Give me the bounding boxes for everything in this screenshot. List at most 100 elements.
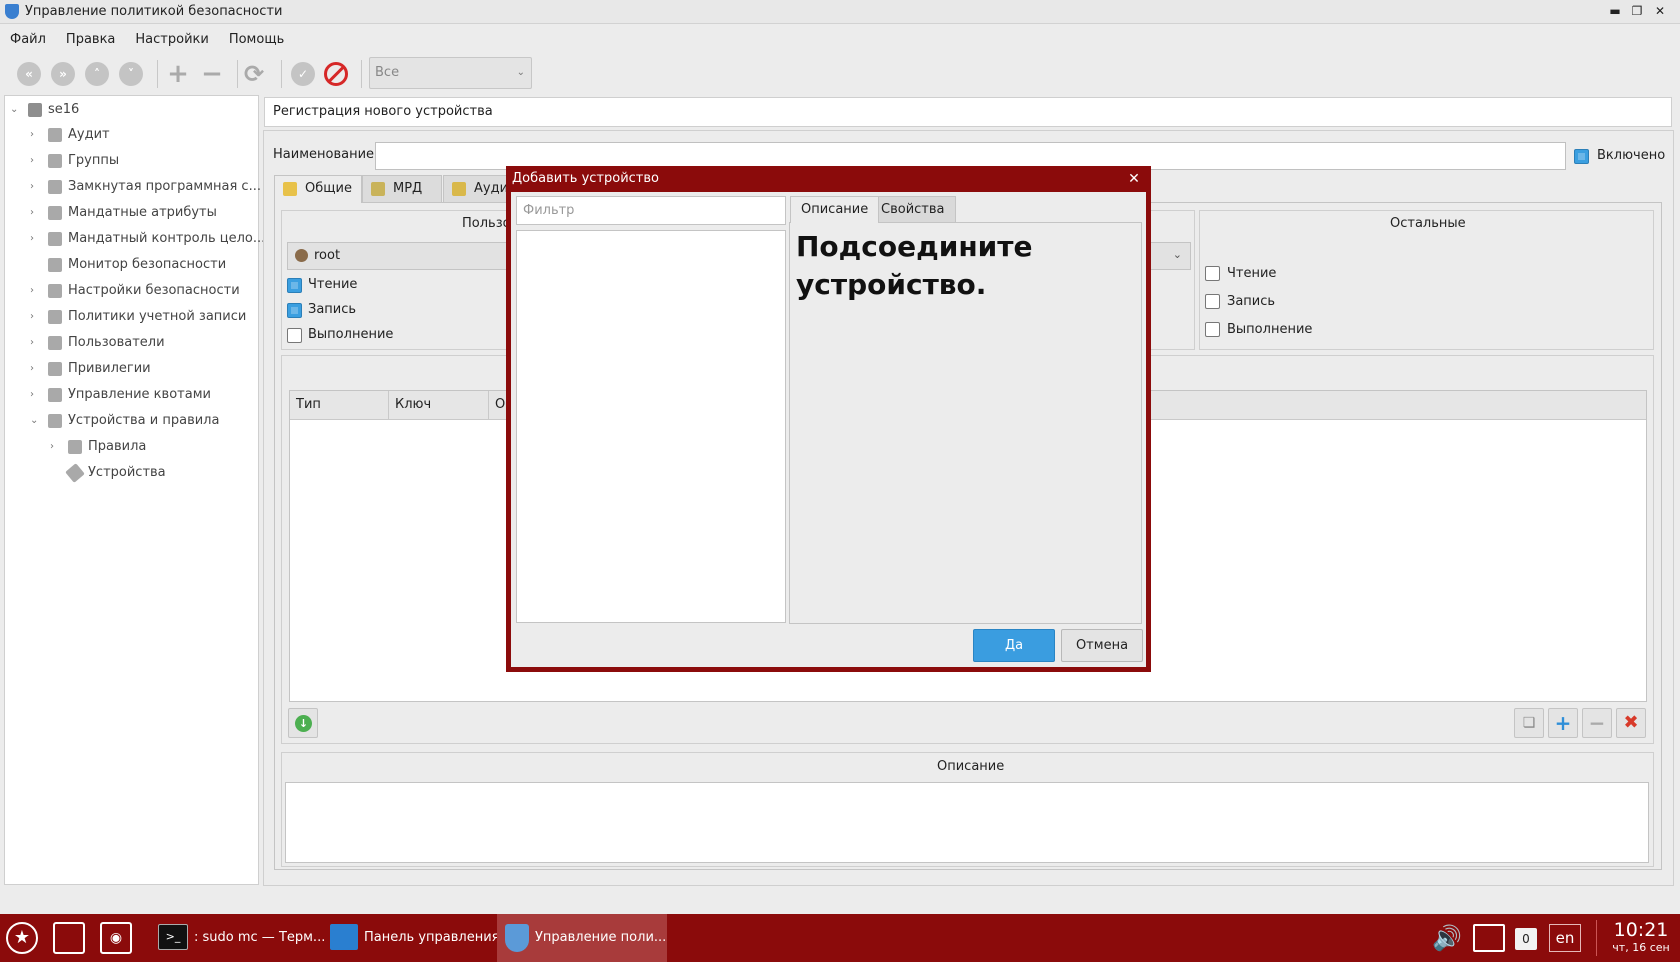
back-button[interactable]: « <box>17 62 41 86</box>
close-window-button[interactable]: ✕ <box>1650 2 1670 20</box>
description-field[interactable] <box>285 782 1649 863</box>
tree-item-label: Группы <box>68 153 120 168</box>
network-icon[interactable] <box>1473 924 1505 952</box>
tree-item-security-monitor[interactable]: Монитор безопасности <box>30 253 250 277</box>
minimize-button[interactable]: ▬ <box>1605 2 1625 20</box>
dialog-filter-input[interactable]: Фильтр <box>516 196 786 225</box>
apply-check-icon[interactable]: ✓ <box>291 62 315 86</box>
groups-icon <box>48 154 62 168</box>
refresh-icon[interactable]: ⟳ <box>241 60 267 88</box>
filter-select[interactable]: Все ⌄ <box>369 57 532 89</box>
connect-device-message: Подсоедините устройство. <box>796 230 1033 301</box>
start-menu-star-icon[interactable]: ★ <box>6 922 38 954</box>
task-control-panel[interactable]: Панель управления <box>326 914 500 962</box>
tree-item-quotas[interactable]: › Управление квотами <box>30 383 250 407</box>
tree-item-mandatory-attributes[interactable]: › Мандатные атрибуты <box>30 201 250 225</box>
chevron-right-icon: › <box>30 207 34 218</box>
window-title: Управление политикой безопасности <box>25 4 283 19</box>
tab-audit[interactable]: Аудит <box>443 175 509 203</box>
tree-item-closed-software[interactable]: › Замкнутая программная с... <box>30 175 261 199</box>
chevron-down-icon: ⌄ <box>30 415 39 426</box>
user-read-checkbox[interactable] <box>287 278 302 293</box>
toolbar-separator <box>237 60 238 88</box>
chevron-right-icon: › <box>30 311 34 322</box>
user-write-label: Запись <box>308 302 357 317</box>
delete-row-button[interactable]: ✖ <box>1616 708 1646 738</box>
security-shield-icon <box>505 924 529 952</box>
ok-button[interactable]: Да <box>973 629 1055 662</box>
user-group-title: Пользо <box>462 216 511 231</box>
tree-item-integrity-control[interactable]: › Мандатный контроль цело... <box>30 227 265 251</box>
tab-mrd[interactable]: МРД <box>362 175 442 203</box>
add-row-button[interactable]: + <box>1548 708 1578 738</box>
menu-edit[interactable]: Правка <box>66 32 115 47</box>
windows-overview-icon[interactable] <box>53 922 85 954</box>
group-select[interactable]: ⌄ <box>1150 242 1191 270</box>
column-key[interactable]: Ключ <box>389 391 489 419</box>
tab-mrd-label: МРД <box>393 181 423 196</box>
tree-root[interactable]: ⌄ se16 <box>10 98 250 122</box>
tree-item-devices[interactable]: Устройства <box>50 461 250 485</box>
user-write-checkbox[interactable] <box>287 303 302 318</box>
clock-date: чт, 16 сен <box>1612 941 1670 954</box>
audit-icon <box>452 182 466 196</box>
other-write-checkbox[interactable] <box>1205 294 1220 309</box>
chevron-down-icon: ⌄ <box>1172 248 1182 261</box>
cancel-forbidden-icon[interactable] <box>324 62 348 86</box>
tree-item-audit[interactable]: › Аудит <box>30 123 250 147</box>
remove-row-button[interactable]: − <box>1582 708 1612 738</box>
menu-help[interactable]: Помощь <box>229 32 284 47</box>
tab-general[interactable]: Общие <box>274 175 362 203</box>
toolbar-separator <box>361 60 362 88</box>
task-security-policy[interactable]: Управление поли... <box>497 914 667 962</box>
tab-audit-label: Аудит <box>474 181 509 196</box>
user-select[interactable]: root <box>287 242 512 270</box>
task-terminal[interactable]: >_ : sudo mc — Терм... <box>150 914 325 962</box>
enabled-checkbox[interactable] <box>1574 149 1589 164</box>
menu-file[interactable]: Файл <box>10 32 46 47</box>
tree-item-label: Управление квотами <box>68 387 211 402</box>
column-type[interactable]: Тип <box>290 391 389 419</box>
notification-badge[interactable]: 0 <box>1515 928 1537 950</box>
quota-icon <box>48 388 62 402</box>
dialog-tab-properties[interactable]: Свойства <box>870 196 956 223</box>
device-list[interactable] <box>516 230 786 623</box>
cancel-button[interactable]: Отмена <box>1061 629 1143 662</box>
remove-icon[interactable]: − <box>199 60 225 88</box>
other-write-label: Запись <box>1227 294 1276 309</box>
dialog-tab-description[interactable]: Описание <box>790 196 880 223</box>
tree-item-privileges[interactable]: › Привилегии <box>30 357 250 381</box>
other-exec-checkbox[interactable] <box>1205 322 1220 337</box>
download-button[interactable]: ↓ <box>288 708 318 738</box>
forbidden-slash <box>327 65 346 83</box>
tree-item-rules[interactable]: › Правила <box>50 435 250 459</box>
tree-item-label: Правила <box>88 439 147 454</box>
volume-icon[interactable]: 🔊 <box>1432 924 1462 952</box>
audit-icon <box>48 128 62 142</box>
user-read-label: Чтение <box>308 277 358 292</box>
monitor-icon <box>48 258 62 272</box>
user-exec-checkbox[interactable] <box>287 328 302 343</box>
up-button[interactable]: ˄ <box>85 62 109 86</box>
tray-separator <box>1596 920 1597 956</box>
down-button[interactable]: ˅ <box>119 62 143 86</box>
add-icon[interactable]: + <box>165 60 191 88</box>
forward-button[interactable]: » <box>51 62 75 86</box>
show-desktop-icon[interactable]: ◉ <box>100 922 132 954</box>
tree-item-security-settings[interactable]: › Настройки безопасности <box>30 279 250 303</box>
tree-item-users[interactable]: › Пользователи <box>30 331 250 355</box>
copy-button[interactable]: ❏ <box>1514 708 1544 738</box>
chevron-down-icon: ⌄ <box>516 67 525 78</box>
dialog-close-icon[interactable]: ✕ <box>1124 168 1144 190</box>
keyboard-layout[interactable]: en <box>1549 924 1581 952</box>
other-read-checkbox[interactable] <box>1205 266 1220 281</box>
tree-item-account-policies[interactable]: › Политики учетной записи <box>30 305 250 329</box>
maximize-button[interactable]: ❐ <box>1627 2 1647 20</box>
task-terminal-label: : sudo mc — Терм... <box>194 930 326 945</box>
device-usb-icon <box>65 463 85 483</box>
tree-item-devices-rules[interactable]: ⌄ Устройства и правила <box>30 409 250 433</box>
tree-item-groups[interactable]: › Группы <box>30 149 250 173</box>
menu-settings[interactable]: Настройки <box>135 32 208 47</box>
clock[interactable]: 10:21 чт, 16 сен <box>1606 919 1676 955</box>
attributes-icon <box>48 206 62 220</box>
